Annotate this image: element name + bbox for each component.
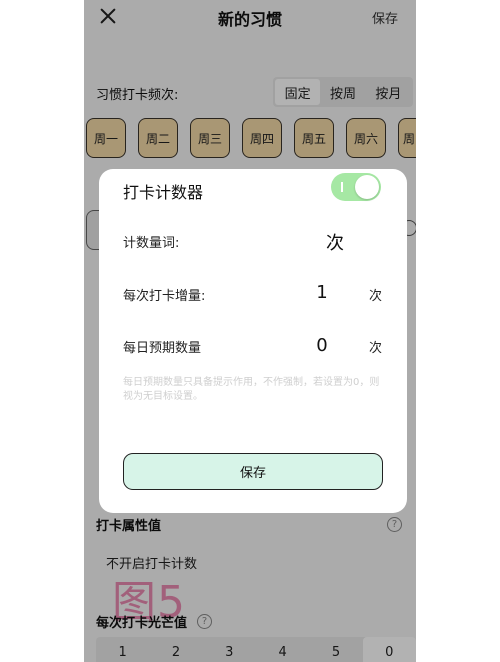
- increment-input[interactable]: 1: [302, 282, 342, 303]
- unit-word-input[interactable]: 次: [315, 229, 355, 255]
- increment-unit: 次: [369, 289, 383, 304]
- counter-modal: 打卡计数器 计数量词: 次 每次打卡增量: 1 次 每日预期数量 0 次 每日预…: [99, 169, 407, 513]
- hint-text: 每日预期数量只具备提示作用，不作强制，若设置为0，则视为无目标设置。: [123, 377, 380, 402]
- daily-target-label: 每日预期数量: [123, 341, 202, 356]
- daily-target-input[interactable]: 0: [302, 335, 342, 356]
- unit-word-label: 计数量词:: [123, 236, 180, 251]
- modal-title: 打卡计数器: [123, 183, 204, 202]
- phone-screen: 新的习惯 保存 习惯打卡频次: 固定 按周 按月 周一 周二 周三 周四 周五 …: [84, 0, 416, 662]
- counter-toggle[interactable]: [331, 173, 381, 201]
- daily-target-unit: 次: [369, 341, 383, 356]
- toggle-on-mark: [341, 182, 343, 192]
- toggle-knob: [355, 175, 379, 199]
- increment-label: 每次打卡增量:: [123, 289, 206, 304]
- modal-save-button[interactable]: 保存: [123, 453, 383, 490]
